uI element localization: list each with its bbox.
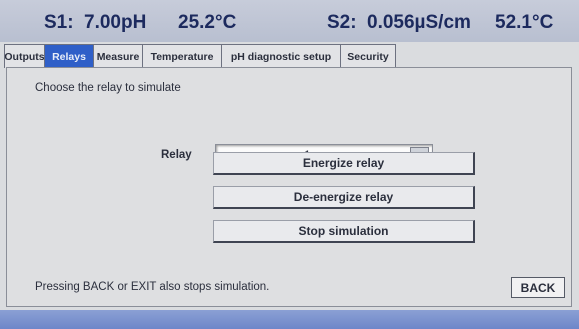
tab-outputs[interactable]: Outputs: [4, 44, 45, 68]
sensor1-label: S1:: [44, 12, 74, 33]
footer-note: Pressing BACK or EXIT also stops simulat…: [35, 281, 270, 293]
relays-panel: Choose the relay to simulate Relay 1 ▼ E…: [6, 67, 572, 307]
deenergize-relay-button[interactable]: De-energize relay: [213, 186, 475, 209]
sensor1-ph-value: 7.00pH: [84, 12, 147, 33]
tab-measure[interactable]: Measure: [93, 44, 143, 68]
tab-ph-diagnostic-setup[interactable]: pH diagnostic setup: [221, 44, 341, 68]
sensor2-label: S2:: [327, 12, 357, 33]
stop-simulation-button[interactable]: Stop simulation: [213, 220, 475, 243]
sensor2-temperature: 52.1°C: [495, 12, 554, 33]
bottom-strip: [0, 310, 579, 329]
tab-temperature[interactable]: Temperature: [142, 44, 222, 68]
back-button[interactable]: BACK: [511, 277, 565, 298]
energize-relay-button[interactable]: Energize relay: [213, 152, 475, 175]
relay-simulation-screen: S1: 7.00pH 25.2°C S2: 0.056µS/cm 52.1°C …: [0, 0, 579, 329]
status-bar: S1: 7.00pH 25.2°C S2: 0.056µS/cm 52.1°C: [0, 0, 579, 42]
sensor2-conductivity-value: 0.056µS/cm: [367, 12, 471, 33]
instruction-text: Choose the relay to simulate: [35, 82, 181, 94]
sensor1-temperature: 25.2°C: [178, 12, 237, 33]
tab-relays[interactable]: Relays: [44, 44, 94, 68]
tab-security[interactable]: Security: [340, 44, 396, 68]
tab-bar: Outputs Relays Measure Temperature pH di…: [4, 44, 396, 68]
relay-label: Relay: [161, 149, 192, 161]
